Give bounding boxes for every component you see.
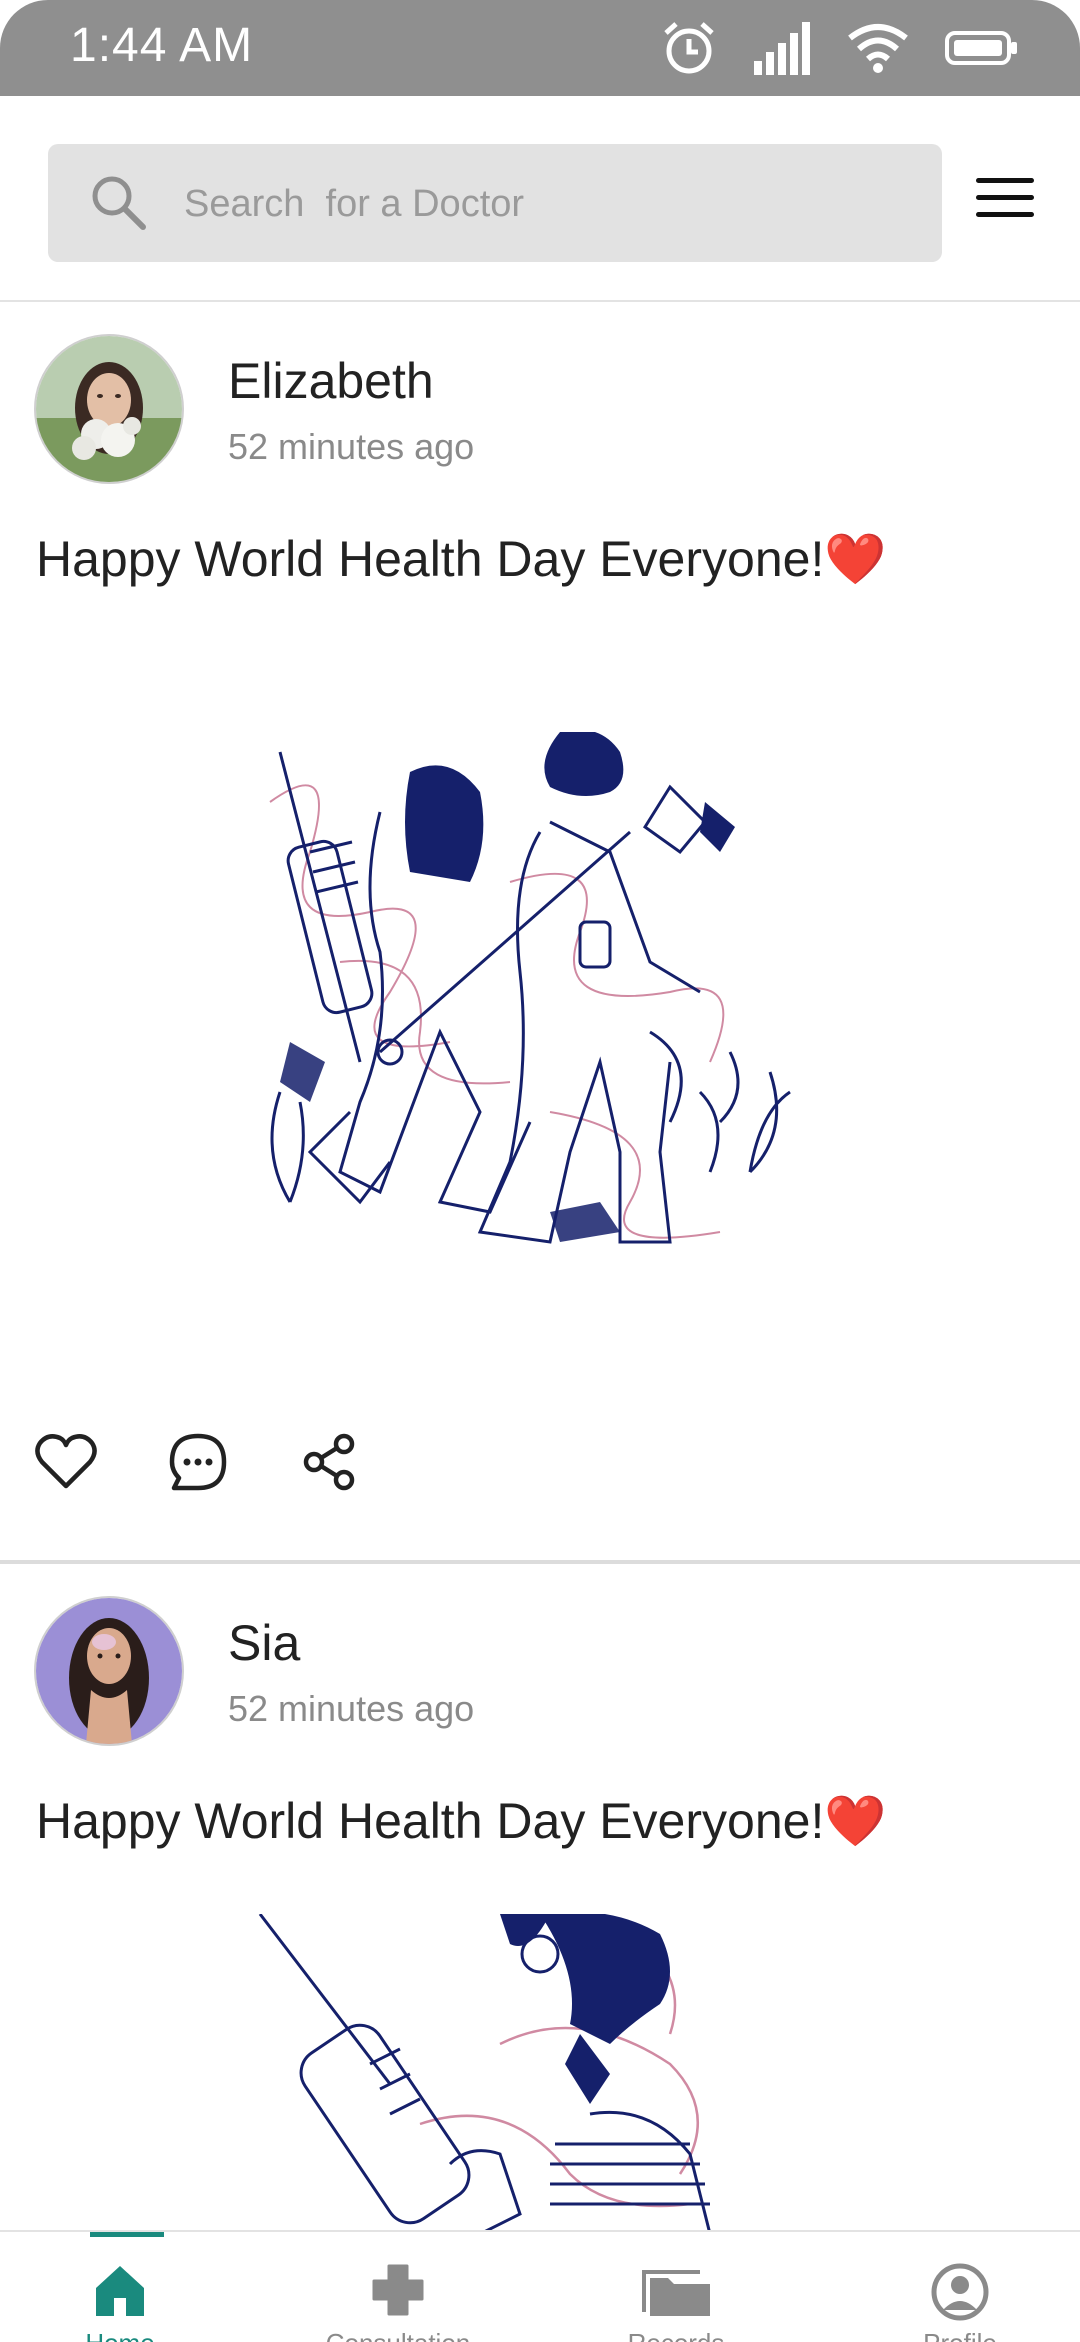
bottom-navigation: Home Consultation Records Profile [0,2230,1080,2342]
nav-profile[interactable]: Profile [860,2232,1060,2342]
status-icons [660,16,1020,80]
wifi-icon [848,24,908,73]
post-author[interactable]: Sia [228,1614,300,1672]
status-bar: 1:44 AM [0,0,1080,96]
search-bar[interactable] [48,144,942,264]
user-circle-icon [931,2263,989,2321]
home-icon [96,2266,144,2316]
alarm-icon [664,22,714,74]
post-illustration [269,732,791,1244]
search-input[interactable] [182,144,906,264]
post-timestamp: 52 minutes ago [228,426,475,467]
avatar[interactable] [34,334,184,484]
active-tab-indicator [90,2232,164,2237]
status-time: 1:44 AM [70,19,254,72]
share-icon[interactable] [298,1430,362,1494]
search-icon [92,176,146,230]
avatar[interactable] [34,1596,184,1746]
folder-icon [642,2270,710,2316]
nav-consultation[interactable]: Consultation [298,2232,498,2342]
comment-icon[interactable] [166,1430,230,1494]
post-text: Happy World Health Day Everyone!❤️ [36,1793,887,1849]
battery-icon [945,31,1017,65]
like-heart-icon[interactable] [34,1430,98,1494]
nav-home[interactable]: Home [20,2232,220,2342]
post-illustration [258,1914,711,2230]
app-header [0,96,1080,302]
post-timestamp: 52 minutes ago [228,1688,475,1729]
post-author[interactable]: Elizabeth [228,352,434,410]
post-actions [34,1430,362,1494]
nav-records[interactable]: Records [576,2232,776,2342]
post-card: Sia 52 minutes ago Happy World Health Da… [0,1564,1080,2230]
post-card: Elizabeth 52 minutes ago Happy World Hea… [0,302,1080,1564]
menu-icon[interactable] [976,178,1034,228]
plus-cross-icon [372,2264,424,2316]
post-text: Happy World Health Day Everyone!❤️ [36,531,887,587]
signal-icon [754,22,810,75]
